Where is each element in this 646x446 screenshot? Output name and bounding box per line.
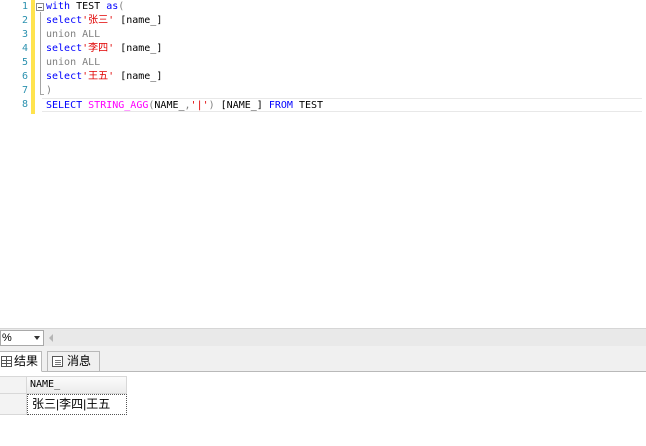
fold-guide [40, 12, 41, 94]
tab-messages[interactable]: 消息 [47, 351, 100, 372]
code-token: '张三' [82, 15, 115, 26]
tab-results-label: 结果 [14, 354, 39, 368]
line-number: 5 [21, 57, 28, 68]
code-token: FROM [268, 100, 293, 111]
code-token: TEST [292, 100, 324, 111]
code-token: TEST [70, 1, 107, 12]
code-line[interactable]: select'张三' [name_] [46, 14, 162, 28]
code-token: [NAME_] [214, 100, 269, 111]
code-line[interactable]: with TEST as( [46, 0, 124, 14]
row-header[interactable] [0, 394, 27, 415]
column-header[interactable]: NAME_ [27, 376, 127, 394]
code-token: SELECT [46, 100, 83, 111]
code-token: [name_] [114, 71, 163, 82]
chevron-down-icon[interactable] [34, 336, 40, 340]
code-line[interactable]: ) [46, 84, 52, 98]
code-token: union ALL [46, 29, 101, 40]
code-line[interactable]: select'王五' [name_] [46, 70, 162, 84]
line-number: 6 [21, 71, 28, 82]
tab-results[interactable]: 结果 [0, 351, 42, 372]
zoom-select[interactable]: % [0, 330, 44, 346]
result-cell[interactable]: 张三|李四|王五 [27, 394, 127, 415]
line-number: 7 [21, 85, 28, 96]
code-token: [name_] [114, 15, 163, 26]
code-token: STRING_AGG [88, 100, 149, 111]
code-token: [name_] [114, 43, 163, 54]
code-line[interactable]: union ALL [46, 56, 100, 70]
tab-messages-label: 消息 [67, 354, 92, 368]
code-line[interactable]: union ALL [46, 28, 100, 42]
results-grid[interactable]: NAME_ 张三|李四|王五 [0, 373, 646, 446]
code-line[interactable]: select'李四' [name_] [46, 42, 162, 56]
grid-icon [1, 356, 12, 367]
line-number-gutter: 1 2 3 4 5 6 7 8 [0, 0, 30, 120]
line-number: 3 [21, 29, 28, 40]
code-token: '李四' [82, 43, 115, 54]
grid-corner[interactable] [0, 376, 27, 394]
scroll-left-arrow-icon[interactable] [49, 334, 53, 342]
zoom-strip: % [0, 328, 646, 346]
messages-icon [52, 356, 63, 367]
fold-guide-end [40, 94, 44, 95]
code-token: '王五' [82, 71, 115, 82]
code-token: select [46, 71, 83, 82]
code-token: union ALL [46, 57, 101, 68]
code-token: ) [46, 85, 53, 96]
code-token: '|' [190, 100, 209, 111]
line-number: 1 [21, 1, 28, 12]
line-number: 8 [21, 99, 28, 110]
line-number: 4 [21, 43, 28, 54]
line-number: 2 [21, 15, 28, 26]
change-tracking-bar [31, 0, 35, 114]
code-line-current[interactable]: SELECT STRING_AGG(NAME_,'|') [NAME_] FRO… [42, 98, 642, 112]
code-token: select [46, 43, 83, 54]
code-token: NAME_ [154, 100, 185, 111]
results-tab-strip: 结果 消息 [0, 346, 646, 372]
code-token: with [46, 1, 71, 12]
zoom-value: % [2, 332, 12, 344]
code-token: select [46, 15, 83, 26]
query-editor[interactable]: 1 2 3 4 5 6 7 8 with TEST as( select'张三'… [0, 0, 646, 328]
code-token: as [106, 1, 119, 12]
code-token: ( [118, 1, 125, 12]
collapse-icon[interactable] [36, 3, 44, 11]
